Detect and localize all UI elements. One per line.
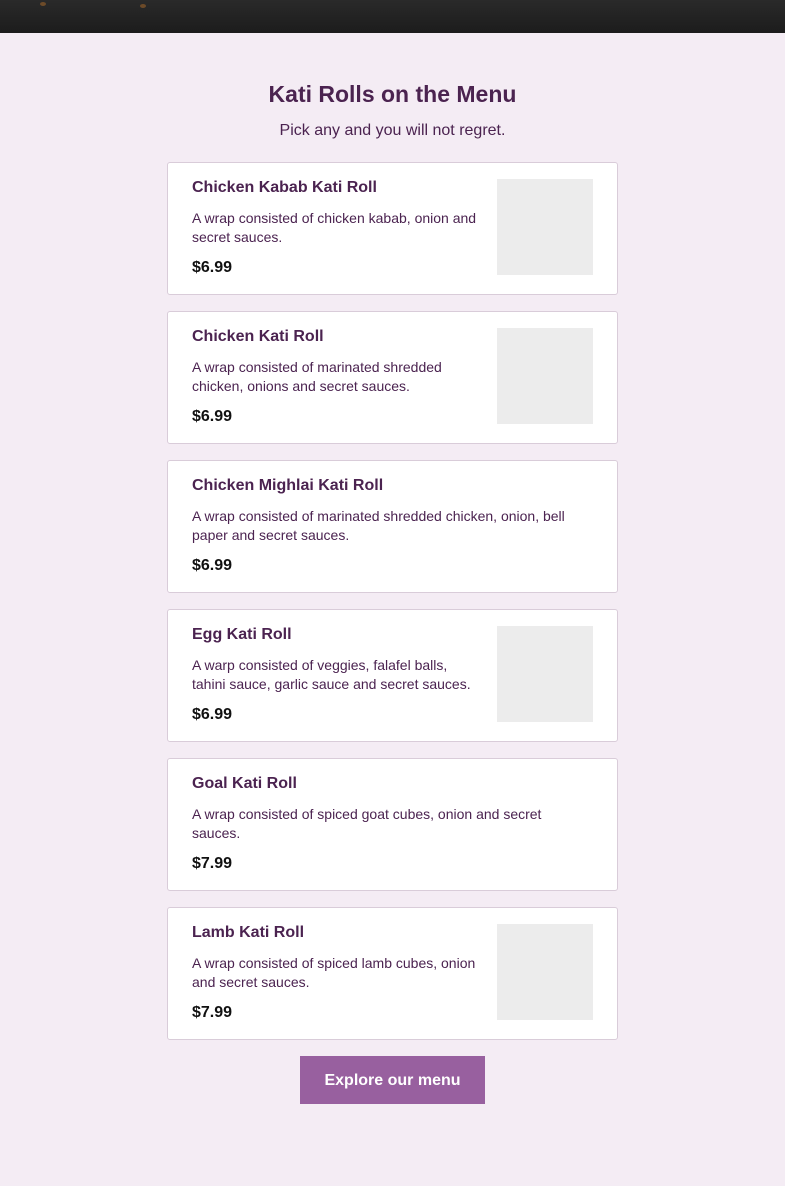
menu-item-description: A wrap consisted of marinated shredded c…: [192, 508, 565, 543]
menu-item-card[interactable]: Goal Kati Roll A wrap consisted of spice…: [167, 758, 618, 891]
menu-item-name: Lamb Kati Roll: [192, 924, 305, 941]
section-subtitle: Pick any and you will not regret.: [279, 122, 506, 139]
menu-item-name: Goal Kati Roll: [192, 775, 297, 792]
menu-item-price: $6.99: [192, 557, 233, 574]
cta-container: Explore our menu: [0, 1056, 785, 1104]
menu-item-list: Chicken Kabab Kati Roll A wrap consisted…: [167, 162, 618, 1040]
menu-item-card[interactable]: Lamb Kati Roll A wrap consisted of spice…: [167, 907, 618, 1040]
menu-item-name: Chicken Kabab Kati Roll: [192, 179, 377, 196]
menu-item-name: Chicken Kati Roll: [192, 328, 324, 345]
menu-item-description: A wrap consisted of marinated shredded c…: [192, 359, 442, 394]
menu-item-description: A wrap consisted of spiced goat cubes, o…: [192, 806, 542, 841]
menu-item-name: Egg Kati Roll: [192, 626, 292, 643]
kati-rolls-section: Kati Rolls on the Menu Pick any and you …: [0, 33, 785, 1104]
menu-item-card[interactable]: Chicken Mighlai Kati Roll A wrap consist…: [167, 460, 618, 593]
menu-item-description: A wrap consisted of chicken kabab, onion…: [192, 210, 477, 245]
hero-image-strip: [0, 0, 785, 33]
menu-item-price: $6.99: [192, 706, 233, 723]
menu-item-image: [497, 328, 593, 424]
menu-item-image: [497, 924, 593, 1020]
hero-decoration: [140, 4, 146, 8]
menu-item-image: [497, 626, 593, 722]
menu-item-price: $6.99: [192, 259, 233, 276]
menu-item-card[interactable]: Egg Kati Roll A warp consisted of veggie…: [167, 609, 618, 742]
menu-item-name: Chicken Mighlai Kati Roll: [192, 477, 384, 494]
menu-item-description: A wrap consisted of spiced lamb cubes, o…: [192, 955, 476, 990]
section-title: Kati Rolls on the Menu: [268, 81, 517, 107]
menu-item-image: [497, 179, 593, 275]
explore-menu-button[interactable]: Explore our menu: [300, 1056, 485, 1104]
menu-item-price: $7.99: [192, 855, 233, 872]
menu-item-description: A warp consisted of veggies, falafel bal…: [192, 657, 471, 692]
menu-item-price: $6.99: [192, 408, 233, 425]
hero-decoration: [40, 2, 46, 6]
menu-item-card[interactable]: Chicken Kabab Kati Roll A wrap consisted…: [167, 162, 618, 295]
menu-item-card[interactable]: Chicken Kati Roll A wrap consisted of ma…: [167, 311, 618, 444]
menu-item-price: $7.99: [192, 1004, 233, 1021]
